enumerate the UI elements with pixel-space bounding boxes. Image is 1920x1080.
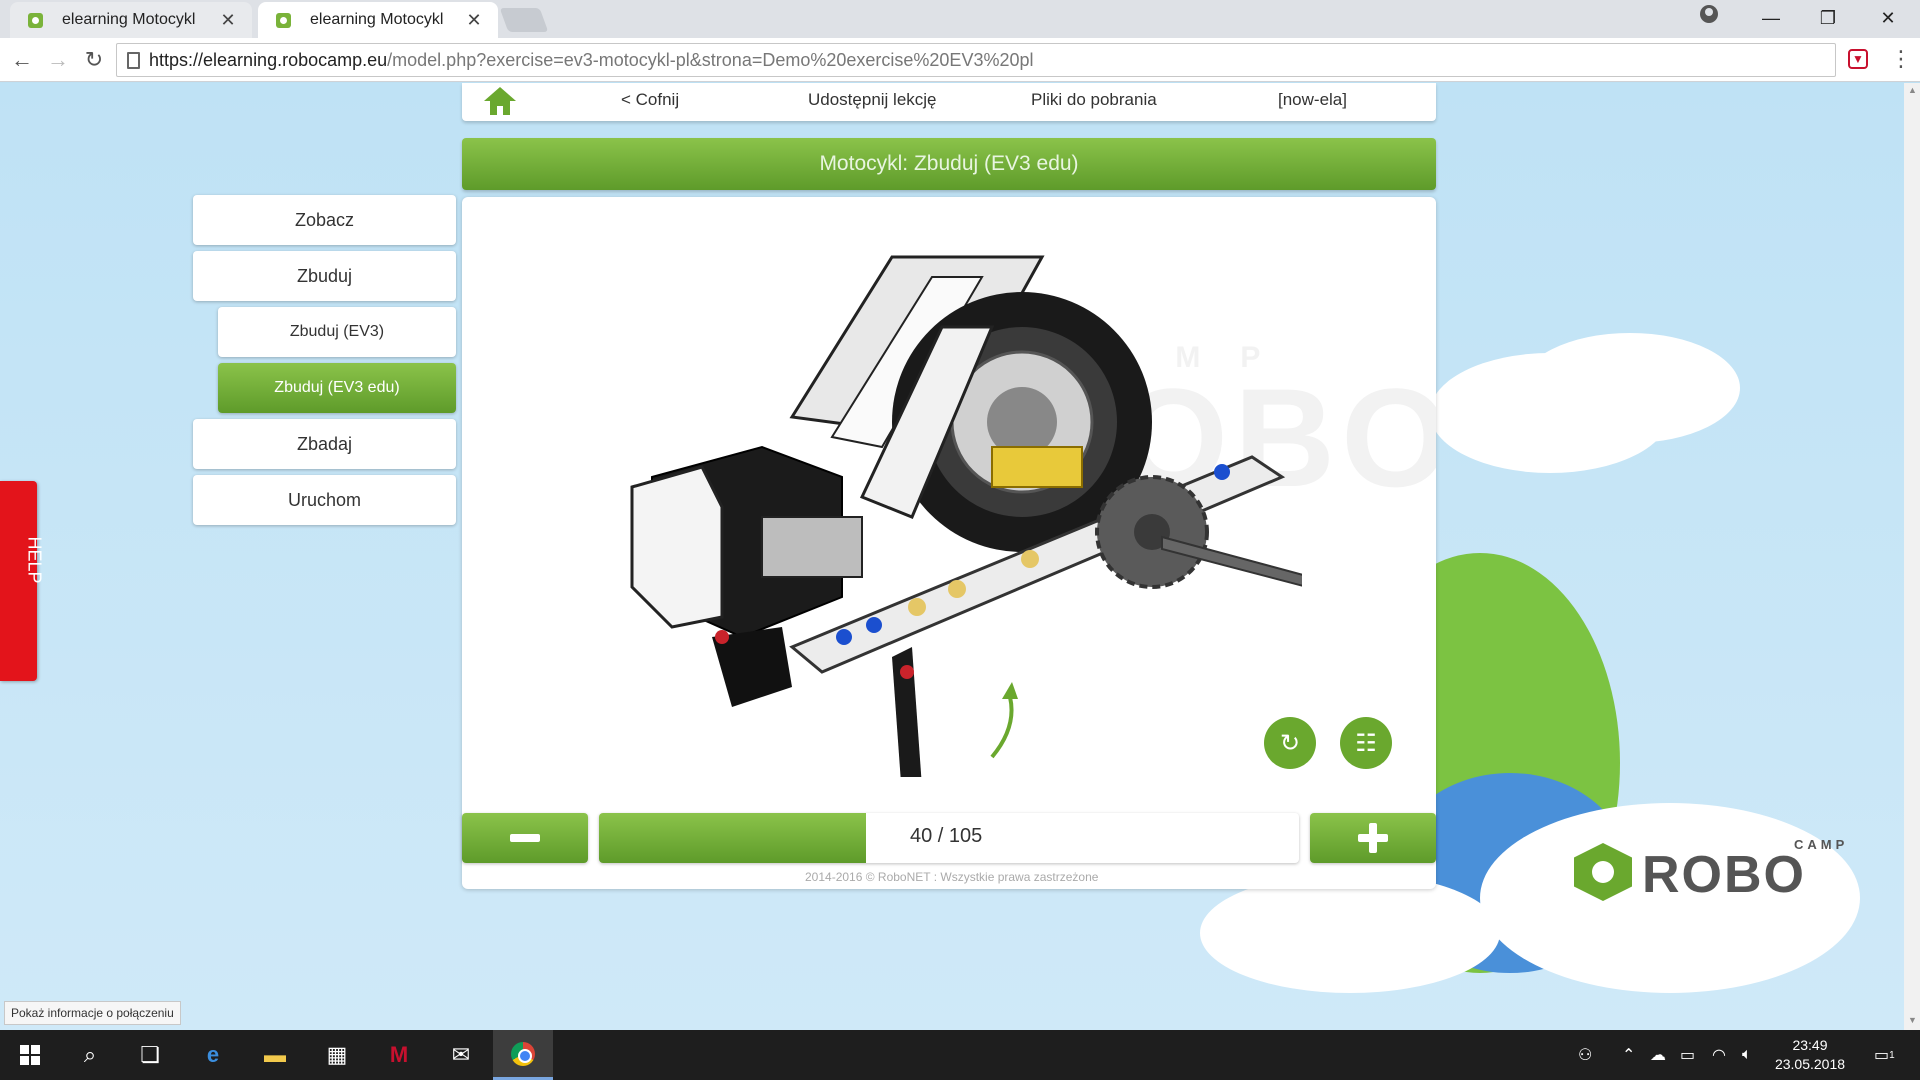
- copyright-footer: 2014-2016 © RoboNET : Wszystkie prawa za…: [805, 870, 1099, 884]
- robocamp-logo: CAMP ROBO: [1574, 837, 1874, 923]
- people-icon[interactable]: ⚇: [1578, 1030, 1592, 1080]
- action-center-icon[interactable]: ▭ 1: [1874, 1030, 1895, 1080]
- notification-count: 1: [1889, 1049, 1895, 1061]
- home-icon[interactable]: [484, 87, 516, 117]
- menu-dots-icon[interactable]: ⋮: [1890, 46, 1912, 72]
- blue-pin: [1214, 464, 1230, 480]
- rotation-arrow-head: [1002, 682, 1018, 699]
- page-viewport: < Cofnij Udostępnij lekcję Pliki do pobr…: [0, 83, 1904, 1030]
- sidebar-item-uruchom[interactable]: Uruchom: [193, 475, 456, 525]
- clock-date: 23.05.2018: [1774, 1056, 1846, 1072]
- mcafee-icon[interactable]: M: [369, 1030, 429, 1080]
- close-tab-icon[interactable]: ✕: [464, 10, 484, 31]
- system-clock[interactable]: 23:49 23.05.2018: [1760, 1036, 1860, 1074]
- page-title: Motocykl: Zbuduj (EV3 edu): [462, 138, 1436, 190]
- red-pin: [715, 630, 729, 644]
- url-host: https://elearning.robocamp.eu: [149, 49, 388, 70]
- close-tab-icon[interactable]: ✕: [218, 10, 238, 31]
- search-icon[interactable]: ⌕: [60, 1030, 120, 1080]
- start-button[interactable]: [0, 1030, 60, 1080]
- user-link[interactable]: [now-ela]: [1278, 90, 1347, 110]
- red-pin: [900, 665, 914, 679]
- tab-1[interactable]: elearning Motocykl ✕: [10, 2, 252, 38]
- plus-icon: [1358, 823, 1388, 853]
- close-window-button[interactable]: ✕: [1860, 0, 1916, 36]
- parts-list-button[interactable]: ☷: [1340, 717, 1392, 769]
- file-explorer-icon[interactable]: ▬: [245, 1030, 305, 1080]
- minimize-button[interactable]: —: [1743, 0, 1799, 36]
- previous-step-button[interactable]: [462, 813, 588, 863]
- minus-icon: [510, 834, 540, 842]
- battery-icon[interactable]: ▭: [1680, 1030, 1695, 1080]
- help-label: HELP: [24, 536, 45, 584]
- browser-toolbar: ← → ↻ https://elearning.robocamp.eu/mode…: [0, 38, 1920, 82]
- blue-pin: [836, 629, 852, 645]
- beam: [630, 465, 724, 629]
- sidebar-item-zbadaj[interactable]: Zbadaj: [193, 419, 456, 469]
- gray-connector: [761, 516, 863, 578]
- share-lesson-link[interactable]: Udostępnij lekcję: [808, 90, 937, 110]
- chrome-taskbar-icon[interactable]: [493, 1030, 553, 1080]
- logo-hexagon-icon: [1574, 843, 1632, 901]
- logo-robo-text: ROBO: [1642, 846, 1806, 904]
- back-arrow-icon[interactable]: ←: [8, 46, 36, 74]
- blue-pin: [866, 617, 882, 633]
- address-bar[interactable]: https://elearning.robocamp.eu/model.php?…: [116, 43, 1836, 77]
- tan-pin: [908, 598, 926, 616]
- volume-icon[interactable]: 🔈︎: [1742, 1030, 1752, 1080]
- wifi-icon[interactable]: ◠: [1712, 1030, 1726, 1080]
- account-icon[interactable]: [1700, 5, 1718, 23]
- tray-chevron-icon[interactable]: ⌃: [1622, 1030, 1635, 1080]
- cloud-decoration: [1200, 873, 1500, 993]
- edge-icon[interactable]: e: [183, 1030, 243, 1080]
- tan-pin: [948, 580, 966, 598]
- tab-strip: elearning Motocykl ✕ elearning Motocykl …: [0, 0, 1920, 38]
- cloud-decoration: [1520, 333, 1740, 443]
- sidebar-item-zbuduj-ev3[interactable]: Zbuduj (EV3): [218, 307, 456, 357]
- store-icon[interactable]: ▦: [307, 1030, 367, 1080]
- page-scrollbar[interactable]: ▲ ▼: [1904, 83, 1920, 1030]
- chrome-logo-icon: [511, 1041, 535, 1066]
- back-link[interactable]: < Cofnij: [621, 90, 679, 110]
- restore-button[interactable]: ❐: [1800, 0, 1856, 36]
- sidebar-item-zbuduj-ev3-edu[interactable]: Zbuduj (EV3 edu): [218, 363, 456, 413]
- robocamp-favicon-icon: [276, 13, 291, 28]
- rotate-view-button[interactable]: ↻: [1264, 717, 1316, 769]
- mail-icon[interactable]: ✉: [431, 1030, 491, 1080]
- scroll-down-icon[interactable]: ▼: [1908, 1015, 1917, 1025]
- tab-label: elearning Motocykl: [310, 11, 444, 28]
- step-counter: 40 / 105: [910, 825, 983, 847]
- extension-shield-icon[interactable]: ▼: [1848, 49, 1868, 69]
- new-tab-button[interactable]: [499, 8, 549, 32]
- reload-icon[interactable]: ↻: [80, 46, 108, 74]
- lego-model-image: [630, 255, 1302, 777]
- tan-pin: [1021, 550, 1039, 568]
- help-tab[interactable]: HELP: [0, 481, 45, 681]
- windows-taskbar: ⌕ ❏ e ▬ ▦ M ✉ ⚇ ⌃ ☁ ▭ ◠ 🔈︎ 23:49 23.05.2…: [0, 1030, 1920, 1080]
- model-viewer[interactable]: ROBO CAMP ↻ ☷: [462, 197, 1436, 889]
- forward-arrow-icon[interactable]: →: [44, 46, 72, 74]
- robocamp-favicon-icon: [28, 13, 43, 28]
- next-step-button[interactable]: [1310, 813, 1436, 863]
- tab-2[interactable]: elearning Motocykl ✕: [258, 2, 498, 38]
- task-view-icon[interactable]: ❏: [120, 1030, 180, 1080]
- windows-logo-icon: [20, 1045, 40, 1065]
- url-path: /model.php?exercise=ev3-motocykl-pl&stro…: [387, 49, 1034, 70]
- step-progress[interactable]: 40 / 105: [599, 813, 1299, 863]
- sidebar-item-zbuduj[interactable]: Zbuduj: [193, 251, 456, 301]
- rotation-arrow: [990, 696, 1014, 759]
- tab-label: elearning Motocykl: [62, 11, 196, 28]
- yellow-connector: [991, 446, 1083, 488]
- lesson-nav: < Cofnij Udostępnij lekcję Pliki do pobr…: [462, 83, 1436, 121]
- page-info-icon[interactable]: [127, 52, 140, 69]
- scroll-up-icon[interactable]: ▲: [1908, 85, 1917, 95]
- clock-time: 23:49: [1792, 1037, 1828, 1053]
- sidebar-item-zobacz[interactable]: Zobacz: [193, 195, 456, 245]
- connection-info-tooltip: Pokaż informacje o połączeniu: [4, 1001, 181, 1025]
- downloads-link[interactable]: Pliki do pobrania: [1031, 90, 1157, 110]
- onedrive-icon[interactable]: ☁: [1650, 1030, 1666, 1080]
